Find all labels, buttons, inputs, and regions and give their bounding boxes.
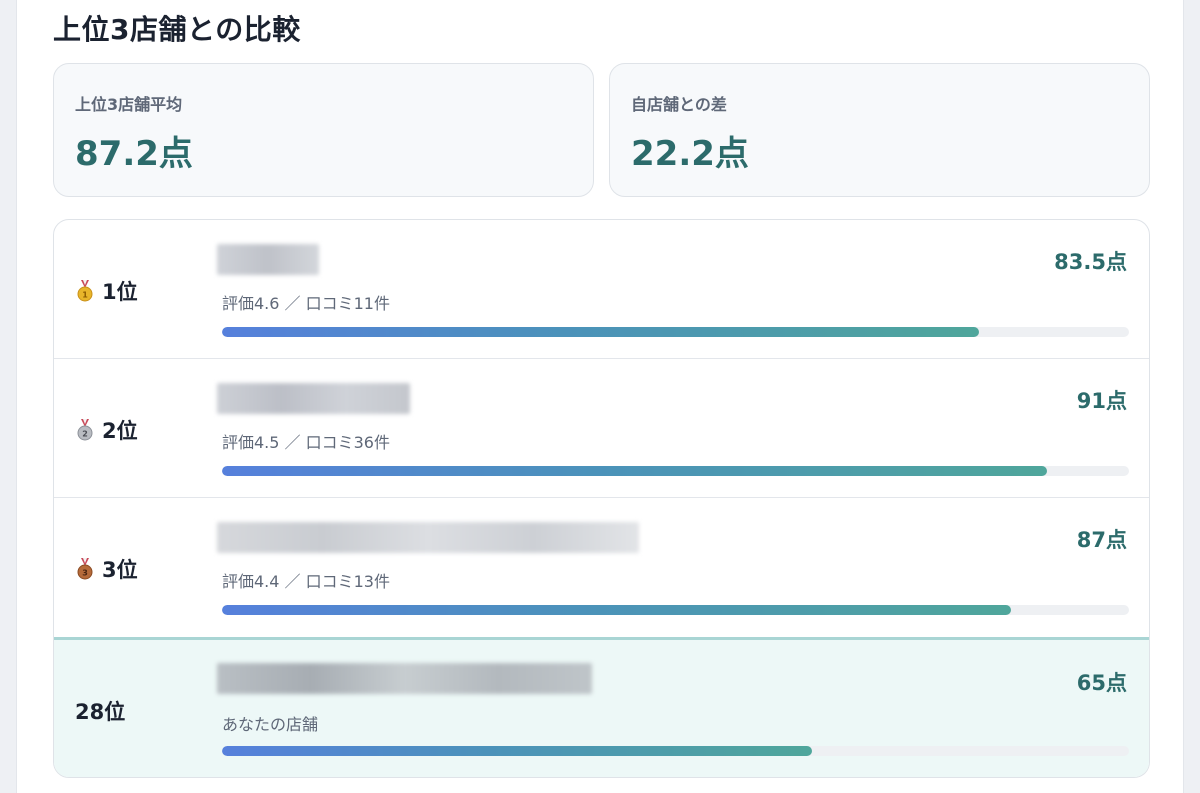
rank-label: 3位 xyxy=(102,558,138,582)
bronze-medal-icon: 3 xyxy=(77,558,93,580)
ranking-list: 1 1位 評価4.6 ／ 口コミ11件 83.5点 2 2位 評価4.5 ／ 口… xyxy=(53,219,1150,778)
stat-value: 87.2点 xyxy=(75,134,193,174)
store-name-redacted xyxy=(217,663,592,694)
stat-label: 自店舗との差 xyxy=(631,95,727,114)
score-value: 91点 xyxy=(1076,389,1127,413)
comparison-card: 上位3店舗との比較 上位3店舗平均 87.2点 自店舗との差 22.2点 1 1… xyxy=(16,0,1184,793)
score-value: 83.5点 xyxy=(1054,250,1127,274)
rank-cell: 2 2位 xyxy=(76,415,138,445)
stat-label: 上位3店舗平均 xyxy=(75,95,183,114)
rank-label: 1位 xyxy=(102,280,138,304)
score-bar-fill xyxy=(222,327,980,337)
ranking-row[interactable]: 2 2位 評価4.5 ／ 口コミ36件 91点 xyxy=(54,359,1149,498)
ranking-row[interactable]: 3 3位 評価4.4 ／ 口コミ13件 87点 xyxy=(54,498,1149,637)
store-name-redacted xyxy=(217,244,319,275)
ranking-row[interactable]: 1 1位 評価4.6 ／ 口コミ11件 83.5点 xyxy=(54,220,1149,359)
score-bar-track xyxy=(222,605,1129,615)
store-name-redacted xyxy=(217,383,410,414)
score-bar-fill xyxy=(222,466,1048,476)
store-name-redacted xyxy=(217,522,639,553)
gold-medal-icon: 1 xyxy=(77,280,93,302)
rating-review-meta: 評価4.4 ／ 口コミ13件 xyxy=(222,572,390,591)
score-value: 65点 xyxy=(1076,671,1127,695)
rating-review-meta: 評価4.6 ／ 口コミ11件 xyxy=(222,294,390,313)
score-bar-track xyxy=(222,327,1129,337)
top3-average-stat: 上位3店舗平均 87.2点 xyxy=(53,63,594,197)
score-bar-fill xyxy=(222,605,1012,615)
own-store-label: あなたの店舗 xyxy=(222,715,319,734)
score-bar-track xyxy=(222,746,1129,756)
svg-text:2: 2 xyxy=(82,430,88,439)
section-title: 上位3店舗との比較 xyxy=(53,13,301,46)
rating-review-meta: 評価4.5 ／ 口コミ36件 xyxy=(222,433,390,452)
svg-text:1: 1 xyxy=(82,291,88,300)
rank-cell: 3 3位 xyxy=(76,554,138,584)
rank-label: 2位 xyxy=(102,419,138,443)
silver-medal-icon: 2 xyxy=(77,419,93,441)
svg-text:3: 3 xyxy=(82,569,88,578)
score-value: 87点 xyxy=(1076,528,1127,552)
own-store-row[interactable]: 28位 あなたの店舗 65点 xyxy=(54,637,1149,777)
rank-cell: 1 1位 xyxy=(76,276,138,306)
score-bar-fill xyxy=(222,746,812,756)
rank-cell: 28位 xyxy=(75,696,125,726)
rank-label: 28位 xyxy=(75,700,126,724)
stat-value: 22.2点 xyxy=(631,134,749,174)
score-bar-track xyxy=(222,466,1129,476)
difference-stat: 自店舗との差 22.2点 xyxy=(609,63,1150,197)
